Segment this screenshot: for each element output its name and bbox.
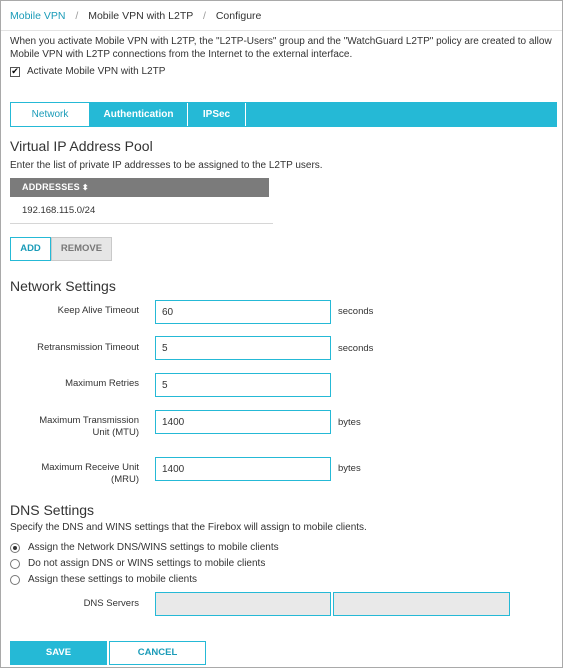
- mru-unit: bytes: [338, 463, 361, 474]
- breadcrumb-separator: /: [75, 10, 79, 22]
- ip-pool-heading: Virtual IP Address Pool: [10, 138, 153, 154]
- tab-network[interactable]: Network: [11, 103, 90, 126]
- dns-option-assign-these[interactable]: Assign these settings to mobile clients: [10, 574, 197, 585]
- keep-alive-input[interactable]: [155, 300, 331, 324]
- addresses-column-header[interactable]: ADDRESSES ⬍: [10, 178, 269, 197]
- table-row[interactable]: 192.168.115.0/24: [10, 197, 273, 224]
- dns-option-label: Assign these settings to mobile clients: [28, 574, 197, 585]
- dns-server-2-input: [333, 592, 510, 616]
- radio-button-selected[interactable]: [10, 542, 20, 553]
- breadcrumb-mobile-vpn-link[interactable]: Mobile VPN: [10, 10, 65, 22]
- mtu-input[interactable]: [155, 410, 331, 434]
- mru-label-line1: Maximum Receive Unit: [41, 462, 139, 473]
- breadcrumb-mobile-vpn-l2tp: Mobile VPN with L2TP: [88, 10, 194, 22]
- dns-option-label: Assign the Network DNS/WINS settings to …: [28, 542, 279, 553]
- retransmission-unit: seconds: [338, 343, 374, 354]
- mtu-unit: bytes: [338, 417, 361, 428]
- mru-label-line2: (MRU): [111, 474, 139, 485]
- breadcrumb-divider: [1, 30, 562, 31]
- breadcrumb-separator: /: [203, 10, 206, 22]
- dns-servers-label: DNS Servers: [83, 598, 139, 609]
- dns-server-1-input: [155, 592, 331, 616]
- radio-button[interactable]: [10, 558, 20, 569]
- mtu-label-line1: Maximum Transmission: [39, 415, 139, 426]
- add-address-button[interactable]: ADD: [10, 237, 51, 261]
- activate-l2tp-row[interactable]: ✔ Activate Mobile VPN with L2TP: [10, 66, 165, 77]
- tab-bar: Network Authentication IPSec: [10, 102, 557, 127]
- breadcrumb: Mobile VPN / Mobile VPN with L2TP / Conf…: [10, 10, 261, 22]
- retransmission-label: Retransmission Timeout: [37, 342, 139, 353]
- tab-ipsec[interactable]: IPSec: [188, 103, 246, 126]
- mtu-label-line2: Unit (MTU): [92, 427, 139, 438]
- sort-icon[interactable]: ⬍: [82, 183, 89, 192]
- keep-alive-unit: seconds: [338, 306, 374, 317]
- cancel-button[interactable]: CANCEL: [109, 641, 206, 665]
- ip-pool-description: Enter the list of private IP addresses t…: [10, 160, 323, 171]
- keep-alive-label: Keep Alive Timeout: [57, 305, 139, 316]
- dns-option-do-not-assign[interactable]: Do not assign DNS or WINS settings to mo…: [10, 558, 265, 569]
- activate-l2tp-label: Activate Mobile VPN with L2TP: [27, 66, 166, 77]
- dns-option-assign-network[interactable]: Assign the Network DNS/WINS settings to …: [10, 542, 279, 553]
- dns-option-label: Do not assign DNS or WINS settings to mo…: [28, 558, 266, 569]
- radio-button[interactable]: [10, 574, 20, 585]
- dns-settings-description: Specify the DNS and WINS settings that t…: [10, 522, 367, 533]
- activate-l2tp-checkbox[interactable]: ✔: [10, 66, 20, 77]
- mru-label: Maximum Receive Unit (MRU): [10, 462, 139, 486]
- max-retries-input[interactable]: [155, 373, 331, 397]
- remove-address-button[interactable]: REMOVE: [51, 237, 112, 261]
- dns-settings-heading: DNS Settings: [10, 502, 95, 518]
- max-retries-label: Maximum Retries: [65, 378, 139, 389]
- tab-authentication[interactable]: Authentication: [90, 103, 188, 126]
- network-settings-heading: Network Settings: [10, 278, 116, 294]
- mtu-label: Maximum Transmission Unit (MTU): [10, 415, 139, 439]
- mru-input[interactable]: [155, 457, 331, 481]
- retransmission-input[interactable]: [155, 336, 331, 360]
- breadcrumb-configure: Configure: [215, 10, 262, 22]
- addresses-header-label: ADDRESSES: [22, 182, 80, 192]
- intro-text: When you activate Mobile VPN with L2TP, …: [10, 36, 552, 60]
- save-button[interactable]: SAVE: [10, 641, 107, 665]
